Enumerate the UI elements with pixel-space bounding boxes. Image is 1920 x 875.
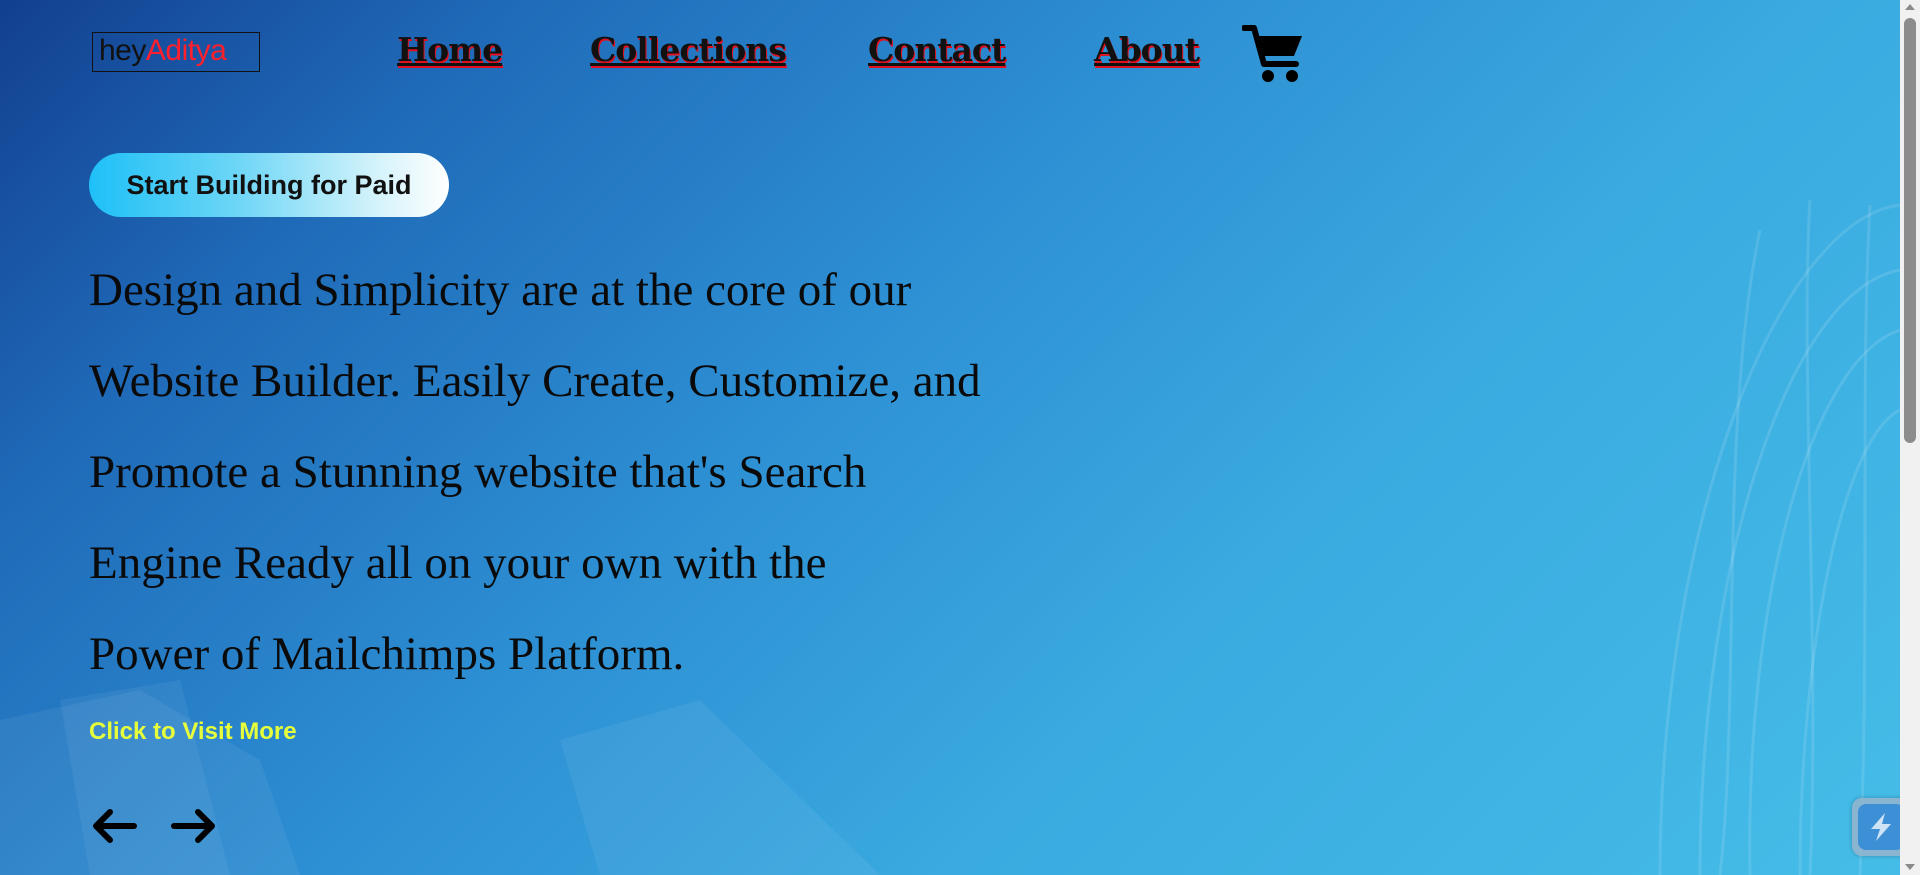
nav-collections[interactable]: Collections xyxy=(590,30,787,69)
page-scrollbar[interactable] xyxy=(1900,0,1920,875)
headline-line: Design and Simplicity are at the core of… xyxy=(89,264,912,316)
headline-line: Engine Ready all on your own with the xyxy=(89,537,827,589)
arrow-right-icon[interactable] xyxy=(168,800,220,852)
lightning-icon xyxy=(1871,813,1891,841)
hero-headline: Design and Simplicity are at the core of… xyxy=(89,245,1009,700)
scroll-thumb[interactable] xyxy=(1904,18,1916,443)
headline-line: Website Builder. Easily Create, Customiz… xyxy=(89,355,981,407)
scroll-up-icon[interactable] xyxy=(1905,4,1915,10)
visit-more-link[interactable]: Click to Visit More xyxy=(89,718,297,746)
logo-name: Aditya xyxy=(145,34,227,67)
logo-prefix: hey xyxy=(99,34,146,67)
site-logo[interactable]: heyAditya xyxy=(92,32,260,72)
start-building-button[interactable]: Start Building for Paid xyxy=(89,153,449,217)
headline-line: Power of Mailchimps Platform. xyxy=(89,628,685,680)
arrow-left-icon[interactable] xyxy=(88,800,140,852)
headline-line: Promote a Stunning website that's Search xyxy=(89,446,867,498)
shopping-cart-icon[interactable] xyxy=(1242,22,1306,86)
scroll-down-icon[interactable] xyxy=(1905,864,1915,870)
nav-contact[interactable]: Contact xyxy=(868,30,1006,69)
nav-about[interactable]: About xyxy=(1094,30,1200,69)
nav-home[interactable]: Home xyxy=(397,30,503,69)
